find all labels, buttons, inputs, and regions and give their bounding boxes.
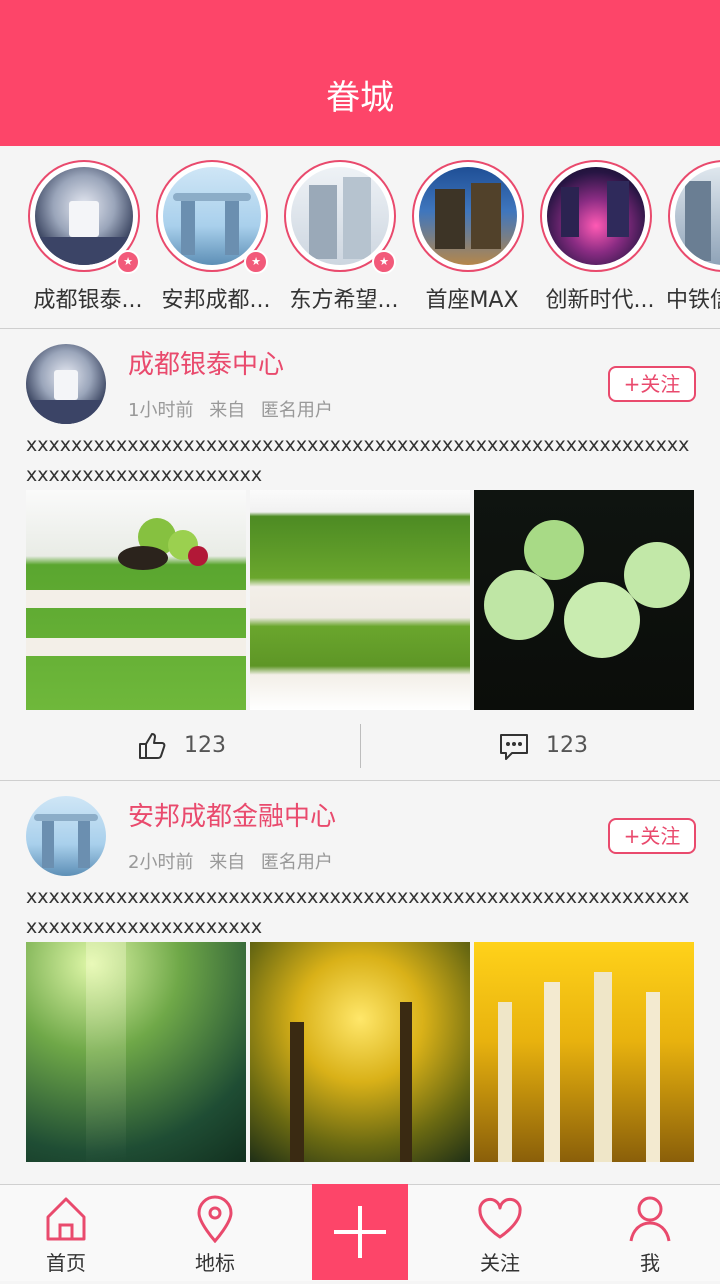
like-count: 123 xyxy=(184,733,226,758)
post-author-name[interactable]: 安邦成都金融中心 xyxy=(128,796,336,833)
avatar[interactable] xyxy=(26,796,106,876)
post-images xyxy=(26,490,694,710)
post-meta: 2小时前 来自 匿名用户 xyxy=(128,848,343,874)
post-image[interactable] xyxy=(26,490,246,710)
tab-label: 首页 xyxy=(46,1251,86,1275)
like-button[interactable]: 123 xyxy=(136,724,276,768)
hot-badge-icon: ★ xyxy=(116,250,140,274)
user-icon xyxy=(629,1196,671,1242)
story-label: 首座MAX xyxy=(425,288,519,313)
post-image[interactable] xyxy=(474,490,694,710)
thumbs-up-icon xyxy=(139,733,166,759)
story-image xyxy=(675,167,720,265)
story-image xyxy=(547,167,645,265)
story-label: 安邦成都... xyxy=(161,288,271,313)
story-avatar-ring: ★ xyxy=(284,160,396,274)
post-image[interactable] xyxy=(250,942,470,1162)
home-icon xyxy=(46,1197,86,1241)
hot-badge-icon: ★ xyxy=(372,250,396,274)
post-user: 匿名用户 xyxy=(260,852,333,873)
add-post-button[interactable] xyxy=(312,1184,408,1280)
post-author-name[interactable]: 成都银泰中心 xyxy=(128,344,284,381)
avatar[interactable] xyxy=(26,344,106,424)
tab-home[interactable]: 首页 xyxy=(6,1185,126,1281)
landmark-stories[interactable]: ★ 成都银泰... ★ 安邦成都... ★ 东方希望... 首座MAX 创新时代… xyxy=(0,146,720,329)
follow-button[interactable]: +关注 xyxy=(608,366,696,402)
comment-button[interactable]: 123 xyxy=(498,724,638,768)
story-image xyxy=(291,167,389,265)
page-title: 眷城 xyxy=(326,78,394,118)
feed-post: 安邦成都金融中心 2小时前 来自 匿名用户 +关注 xxxxxxxxxxxxxx… xyxy=(0,782,720,1232)
story-label: 东方希望... xyxy=(289,288,399,313)
story-avatar-ring: ★ xyxy=(28,160,140,274)
story-image xyxy=(35,167,133,265)
location-pin-icon xyxy=(197,1195,233,1243)
post-text: xxxxxxxxxxxxxxxxxxxxxxxxxxxxxxxxxxxxxxxx… xyxy=(26,434,690,486)
tab-label: 关注 xyxy=(480,1251,520,1275)
app-header: 眷城 xyxy=(0,0,720,146)
story-label: 成都银泰... xyxy=(33,288,143,313)
hot-badge-icon: ★ xyxy=(244,250,268,274)
post-text: xxxxxxxxxxxxxxxxxxxxxxxxxxxxxxxxxxxxxxxx… xyxy=(26,886,690,938)
post-from-label: 来自 xyxy=(209,400,246,421)
follow-button[interactable]: +关注 xyxy=(608,818,696,854)
feed-post: 成都银泰中心 1小时前 来自 匿名用户 +关注 xxxxxxxxxxxxxxxx… xyxy=(0,330,720,781)
tab-label: 我 xyxy=(640,1251,660,1275)
story-avatar-ring xyxy=(540,160,652,272)
story-label: 创新时代... xyxy=(545,288,655,313)
post-image[interactable] xyxy=(26,942,246,1162)
story-avatar-ring xyxy=(668,160,720,272)
comment-count: 123 xyxy=(546,733,588,758)
story-avatar-ring xyxy=(412,160,524,272)
story-avatar-ring: ★ xyxy=(156,160,268,274)
post-image[interactable] xyxy=(250,490,470,710)
post-time: 2小时前 xyxy=(128,852,194,873)
post-time: 1小时前 xyxy=(128,400,194,421)
tab-label: 地标 xyxy=(195,1251,235,1275)
plus-icon xyxy=(334,1206,386,1258)
story-image xyxy=(163,167,261,265)
comment-icon xyxy=(500,734,528,760)
post-image[interactable] xyxy=(474,942,694,1162)
action-divider xyxy=(360,724,361,768)
tab-follow[interactable]: 关注 xyxy=(440,1185,560,1281)
post-actions: 123 123 xyxy=(0,724,720,768)
heart-icon xyxy=(478,1197,522,1239)
post-meta: 1小时前 来自 匿名用户 xyxy=(128,396,343,422)
story-label: 中铁信 xyxy=(666,288,720,313)
tab-me[interactable]: 我 xyxy=(590,1185,710,1281)
post-from-label: 来自 xyxy=(209,852,246,873)
story-image xyxy=(419,167,517,265)
tab-landmark[interactable]: 地标 xyxy=(155,1185,275,1281)
post-images xyxy=(26,942,694,1162)
post-user: 匿名用户 xyxy=(260,400,333,421)
